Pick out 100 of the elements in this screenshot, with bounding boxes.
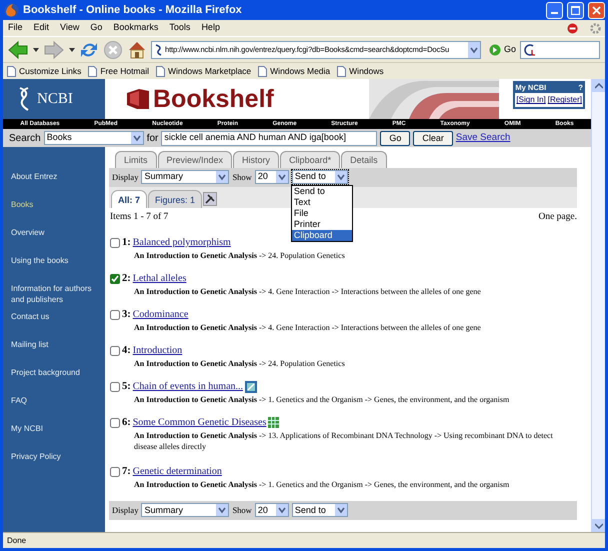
save-search-link[interactable]: Save Search [456,130,510,146]
show-select[interactable]: 20 [254,503,289,518]
result-link[interactable]: Chain of events in human... [132,379,244,394]
banner-title: Bookshelf [153,86,274,112]
select-checkbox[interactable] [110,418,120,428]
sidebar-link[interactable]: About Entrez [11,171,105,199]
select-checkbox[interactable] [110,382,120,392]
go-icon [489,44,501,56]
tab[interactable]: Limits [115,151,157,168]
result-link[interactable]: Balanced polymorphism [132,235,231,250]
figure-icon[interactable] [245,380,258,393]
result-tab[interactable]: Figures: 1 [148,190,202,208]
dropdown-arrow-icon[interactable] [33,46,39,52]
bookmark-link[interactable]: Customize Links [7,64,82,78]
sidebar-link[interactable]: My NCBI [11,423,105,451]
dropdown-arrow-icon[interactable] [69,46,75,52]
query-field[interactable]: sickle cell anemia AND human AND iga[book] [161,130,378,146]
menu-item[interactable]: File [8,21,23,35]
table-icon[interactable] [268,417,280,428]
sidebar-link[interactable]: Information for authors and publishers [11,283,105,311]
scroll-up-button[interactable] [592,79,605,92]
dropdown-option[interactable]: Clipboard [292,230,352,242]
close-icon [592,6,601,14]
result-link[interactable]: Some Common Genetic Diseases [132,415,266,430]
search-action-button[interactable]: Go [380,130,410,146]
caret-icon[interactable] [216,171,228,184]
go-button[interactable]: Go [489,42,516,56]
back-icon[interactable] [7,40,29,60]
result-number: 7: [122,464,131,479]
tools-icon[interactable] [203,192,218,206]
sidebar-link[interactable]: Using the books [11,255,105,283]
caret-icon[interactable] [130,132,143,144]
result-link[interactable]: Introduction [132,343,182,358]
sidebar-link[interactable]: Mailing list [11,339,105,367]
result-number: 6: [122,416,131,430]
sidebar-link[interactable]: Contact us [11,311,105,339]
menu-item[interactable]: View [60,21,80,35]
menu-item[interactable]: Bookmarks [113,21,158,35]
search-action-button[interactable]: Clear [413,130,453,146]
sidebar-link[interactable]: Overview [11,227,105,255]
show-select[interactable]: 20 [254,170,289,184]
tab[interactable]: Preview/Index [158,151,232,168]
dropdown-option[interactable]: File [292,208,352,220]
menu-item[interactable]: Tools [169,21,190,35]
dropdown-option[interactable]: Printer [292,219,352,230]
search-field[interactable] [520,40,600,58]
maximize-icon [571,6,580,14]
home-icon[interactable] [127,40,147,60]
caret-icon[interactable] [276,171,288,184]
caret-icon[interactable] [334,171,347,184]
sidebar-link[interactable]: Books [11,199,105,227]
minimize-button[interactable] [546,2,563,18]
result-link[interactable]: Lethal alleles [132,271,186,286]
database-select[interactable]: Books [44,131,144,145]
bookmark-link[interactable]: Windows Marketplace [156,64,252,78]
sidebar-link[interactable]: Project background [11,367,105,395]
sidebar-link[interactable]: Privacy Policy [11,451,105,479]
close-button[interactable] [588,2,605,18]
menu-item[interactable]: Go [90,21,102,35]
select-checkbox[interactable] [110,346,120,356]
site-icon [154,44,163,56]
scrollbar[interactable] [591,79,605,532]
select-checkbox[interactable] [110,310,120,320]
result-link[interactable]: Genetic determination [132,464,222,480]
page-icon [7,66,16,76]
tab[interactable]: Clipboard* [280,151,340,168]
caret-icon[interactable] [468,42,480,58]
display-label: Display [112,504,138,517]
ncbi-logo[interactable]: NCBI [3,79,105,119]
maximize-button[interactable] [567,2,584,18]
send-to-select[interactable]: Send to [292,170,348,184]
items-count: Items 1 - 7 of 7 [110,211,168,224]
send-to-select[interactable]: Send to [292,503,348,518]
dropdown-option[interactable]: Send to [292,186,352,198]
account-link[interactable]: [Sign In] [516,94,546,106]
result-number: 3: [122,308,131,322]
result-link[interactable]: Codominance [132,307,188,322]
select-checkbox[interactable] [110,466,120,477]
caret-icon[interactable] [276,504,288,516]
caret-icon[interactable] [334,504,347,516]
bookmark-link[interactable]: Windows Media [258,64,330,78]
result-tab[interactable]: All: 7 [111,190,148,208]
result-source: An Introduction to Genetic Analysis -> 13. Applications of Recombinant DNA Technology -> Using recombinant DNA to detect disease alleles directly [133,430,554,452]
menu-item[interactable]: Edit [34,21,50,35]
select-checkbox[interactable] [110,238,120,248]
display-select[interactable]: Summary [141,503,230,518]
display-select[interactable]: Summary [141,170,230,184]
tab[interactable]: Details [341,151,387,168]
menu-item[interactable]: Help [201,21,220,35]
sidebar-link[interactable]: FAQ [11,395,105,423]
bookmark-link[interactable]: Windows [337,64,384,78]
select-checkbox[interactable] [110,274,120,284]
caret-icon[interactable] [216,504,228,516]
tab[interactable]: History [233,151,280,168]
bookmark-link[interactable]: Free Hotmail [88,64,150,78]
scroll-down-button[interactable] [592,519,605,532]
stop-icon[interactable] [103,40,123,60]
dropdown-option[interactable]: Text [292,197,352,208]
page-icon [156,66,166,76]
account-link[interactable]: [Register] [548,94,582,106]
